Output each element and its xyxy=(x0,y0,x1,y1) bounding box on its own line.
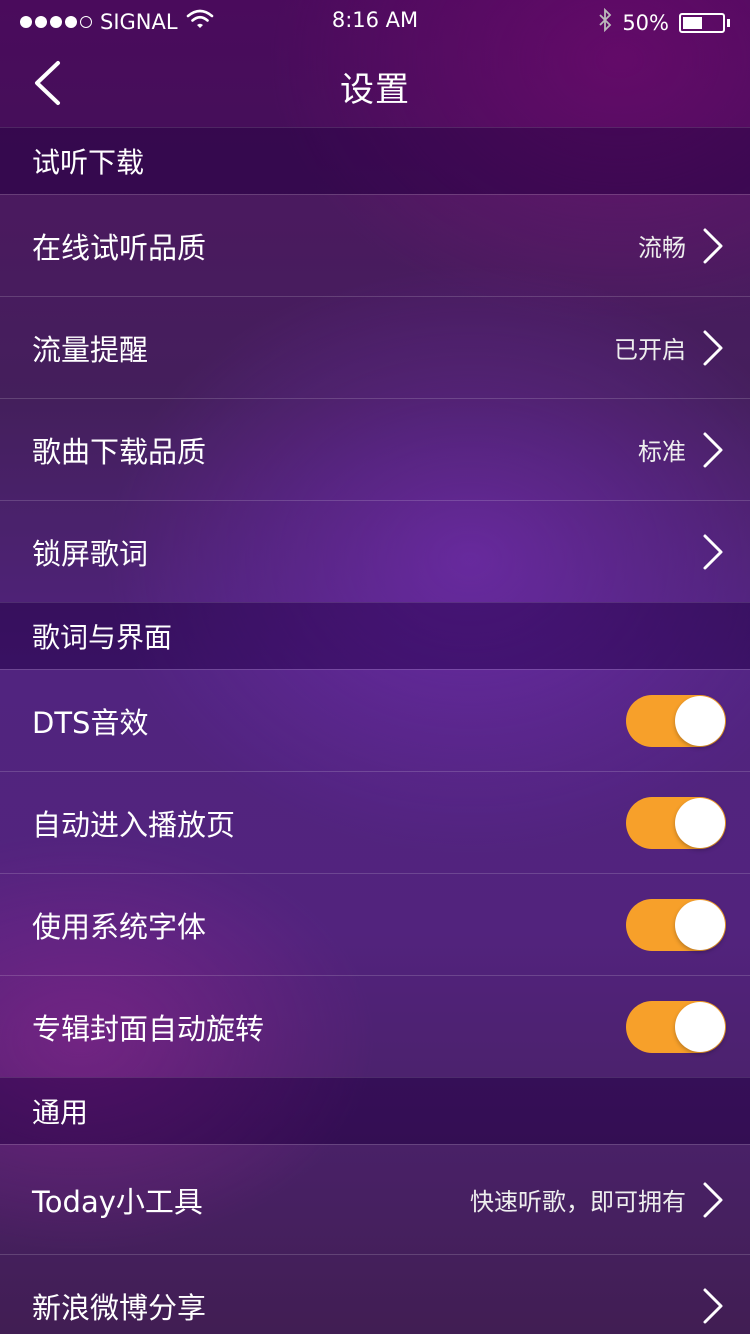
dts-toggle[interactable] xyxy=(626,694,726,747)
row-label: 锁屏歌词 xyxy=(32,536,149,571)
row-label: Today小工具 xyxy=(32,1184,203,1219)
toggle-knob xyxy=(675,797,725,848)
bluetooth-icon xyxy=(598,7,612,37)
row-today-widget[interactable]: Today小工具 快速听歌，即可拥有 xyxy=(0,1144,750,1254)
row-lock-screen-lyrics[interactable]: 锁屏歌词 xyxy=(0,500,750,602)
page-title: 设置 xyxy=(340,70,410,110)
status-bar: SIGNAL 8:16 AM 50% xyxy=(0,0,750,40)
row-traffic-reminder[interactable]: 流量提醒 已开启 xyxy=(0,296,750,398)
row-weibo-share[interactable]: 新浪微博分享 xyxy=(0,1254,750,1334)
chevron-right-icon xyxy=(700,1286,726,1326)
settings-list: 试听下载 在线试听品质 流畅 流量提醒 已开启 歌曲下载品质 标准 锁屏歌词 歌… xyxy=(0,127,750,1334)
row-right: 标准 xyxy=(638,430,726,470)
row-label: 流量提醒 xyxy=(32,332,149,367)
row-right xyxy=(700,532,726,572)
toggle-knob xyxy=(675,1001,725,1052)
row-right xyxy=(700,1286,726,1326)
section-header-general: 通用 xyxy=(0,1077,750,1144)
row-dts-effect: DTS音效 xyxy=(0,669,750,771)
row-label: DTS音效 xyxy=(32,705,149,740)
row-label: 专辑封面自动旋转 xyxy=(32,1011,265,1046)
section-header-lyrics-ui: 歌词与界面 xyxy=(0,602,750,669)
chevron-right-icon xyxy=(700,328,726,368)
battery-icon xyxy=(679,12,725,33)
row-label: 自动进入播放页 xyxy=(32,807,236,842)
row-right: 流畅 xyxy=(638,226,726,266)
toggle-knob xyxy=(675,899,725,950)
section-header-listen-download: 试听下载 xyxy=(0,127,750,194)
row-value: 快速听歌，即可拥有 xyxy=(470,1188,686,1216)
battery-tip xyxy=(727,18,730,27)
status-right: 50% xyxy=(598,7,730,37)
row-auto-player-page: 自动进入播放页 xyxy=(0,771,750,873)
battery-percent: 50% xyxy=(622,10,669,35)
row-right: 快速听歌，即可拥有 xyxy=(470,1180,726,1220)
battery-fill xyxy=(683,16,702,29)
row-system-font: 使用系统字体 xyxy=(0,873,750,975)
row-value: 已开启 xyxy=(614,336,686,364)
chevron-right-icon xyxy=(700,532,726,572)
row-label: 在线试听品质 xyxy=(32,230,207,265)
row-value: 流畅 xyxy=(638,234,686,262)
row-download-quality[interactable]: 歌曲下载品质 标准 xyxy=(0,398,750,500)
row-label: 新浪微博分享 xyxy=(32,1290,207,1325)
navigation-bar: 设置 xyxy=(0,40,750,128)
row-cover-rotation: 专辑封面自动旋转 xyxy=(0,975,750,1077)
chevron-right-icon xyxy=(700,1180,726,1220)
system-font-toggle[interactable] xyxy=(626,898,726,951)
auto-player-toggle[interactable] xyxy=(626,796,726,849)
row-label: 歌曲下载品质 xyxy=(32,434,207,469)
row-right: 已开启 xyxy=(614,328,726,368)
chevron-right-icon xyxy=(700,430,726,470)
row-label: 使用系统字体 xyxy=(32,909,207,944)
row-value: 标准 xyxy=(638,438,686,466)
chevron-right-icon xyxy=(700,226,726,266)
cover-rotation-toggle[interactable] xyxy=(626,1000,726,1053)
row-online-quality[interactable]: 在线试听品质 流畅 xyxy=(0,194,750,296)
toggle-knob xyxy=(675,695,725,746)
